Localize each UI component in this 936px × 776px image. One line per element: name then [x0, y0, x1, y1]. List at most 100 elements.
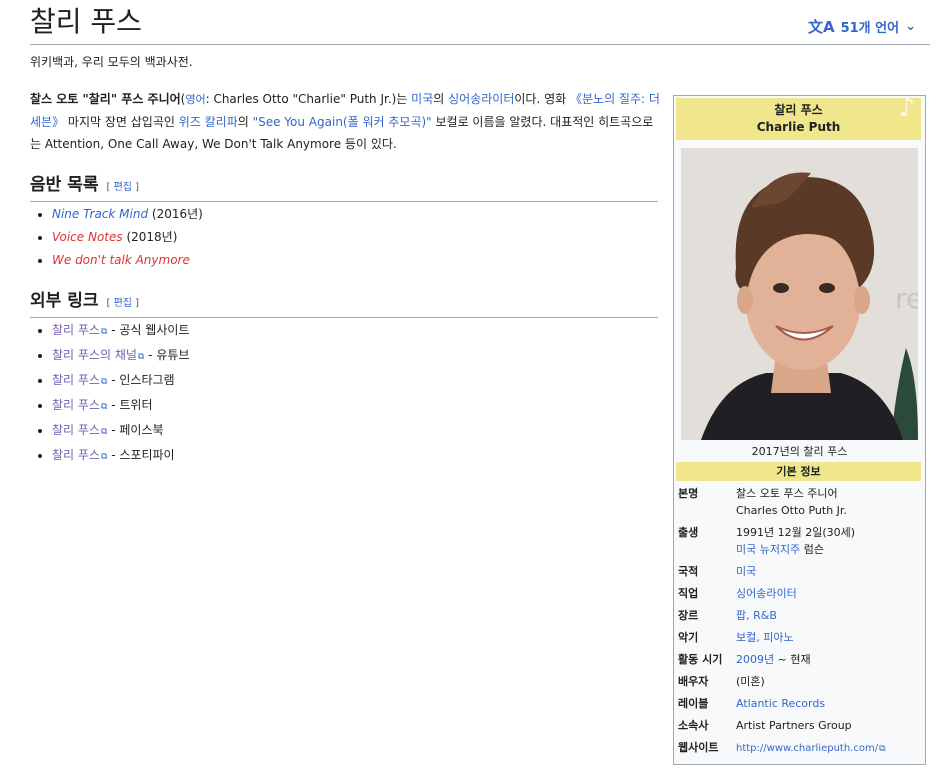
birth-town: 럼슨	[800, 543, 824, 556]
external-link[interactable]: 찰리 푸스	[52, 398, 100, 412]
language-count: 51개 언어	[840, 21, 900, 36]
external-link[interactable]: 찰리 푸스의 채널	[52, 348, 137, 362]
edit-section-button[interactable]: [ 편집 ]	[106, 182, 139, 193]
portrait-illustration: re	[681, 148, 918, 440]
list-item: 찰리 푸스⧉ - 스포티파이	[38, 444, 189, 469]
list-item: 찰리 푸스⧉ - 인스타그램	[38, 369, 189, 394]
site-tagline: 위키백과, 우리 모두의 백과사전.	[30, 55, 193, 69]
lead-paragraph: 찰스 오토 "찰리" 푸스 주니어(영어: Charles Otto "Char…	[30, 88, 660, 155]
row-label: 출생	[678, 526, 699, 539]
row-label: 악기	[678, 631, 699, 644]
infobox-row: 배우자 (미혼)	[678, 673, 923, 690]
external-links-heading: 외부 링크 [ 편집 ]	[30, 290, 658, 318]
lead-text: 의	[433, 92, 449, 106]
album-year: (2018년)	[122, 230, 178, 244]
infobox-name-ko: 찰리 푸스	[774, 103, 823, 117]
row-label: 소속사	[678, 719, 709, 732]
row-label: 배우자	[678, 675, 709, 688]
discography-heading: 음반 목록 [ 편집 ]	[30, 174, 658, 202]
photo-caption: 2017년의 찰리 푸스	[751, 445, 848, 458]
english-link[interactable]: 영어	[185, 93, 205, 106]
link-description: - 유튜브	[144, 348, 190, 362]
external-link[interactable]: 찰리 푸스	[52, 323, 100, 337]
active-year-link[interactable]: 2009년	[736, 653, 774, 666]
edit-section-button[interactable]: [ 편집 ]	[106, 298, 139, 309]
infobox-row: 국적 미국	[678, 563, 923, 580]
list-item: We don't talk Anymore	[38, 249, 203, 272]
infobox-row: 본명 찰스 오토 푸스 주니어 Charles Otto Puth Jr.	[678, 485, 923, 519]
edit-bracket: ]	[131, 298, 140, 309]
row-label: 웹사이트	[678, 741, 719, 754]
album-link[interactable]: Voice Notes	[52, 230, 123, 244]
external-link-list: 찰리 푸스⧉ - 공식 웹사이트 찰리 푸스의 채널⧉ - 유튜브 찰리 푸스⧉…	[38, 319, 189, 469]
infobox: 찰리 푸스 Charlie Puth ♪ re 2017년의 찰리 푸스 기본 …	[673, 95, 926, 765]
country-link[interactable]: 미국	[411, 92, 433, 106]
link-description: - 인스타그램	[107, 373, 175, 387]
music-note-icon: ♪	[898, 93, 915, 123]
instrument-link[interactable]: 보컬, 피아노	[736, 629, 923, 646]
external-link[interactable]: 찰리 푸스	[52, 373, 100, 387]
wiz-khalifa-link[interactable]: 위즈 칼리파	[179, 115, 238, 129]
lead-text: 의	[237, 115, 253, 129]
edit-link[interactable]: 편집	[114, 182, 132, 193]
edit-bracket: [	[106, 298, 114, 309]
link-description: - 공식 웹사이트	[107, 323, 190, 337]
external-link[interactable]: 찰리 푸스	[52, 423, 100, 437]
album-link[interactable]: Nine Track Mind	[52, 207, 148, 221]
title-divider	[30, 44, 930, 45]
lead-text: 마지막 장면 삽입곡인	[64, 115, 179, 129]
nationality-link[interactable]: 미국	[736, 563, 923, 580]
row-value: 찰스 오토 푸스 주니어 Charles Otto Puth Jr.	[736, 485, 923, 519]
chevron-down-icon: ⌄	[905, 19, 916, 34]
real-name-ko: 찰스 오토 푸스 주니어	[736, 487, 838, 500]
row-label: 장르	[678, 609, 699, 622]
infobox-row: 장르 팝, R&B	[678, 607, 923, 624]
list-item: Voice Notes (2018년)	[38, 226, 203, 249]
row-label: 본명	[678, 487, 699, 500]
external-heading-text: 외부 링크	[30, 291, 99, 311]
basic-info-header: 기본 정보	[676, 462, 921, 481]
lead-text: 이다. 영화	[514, 92, 570, 106]
row-label: 레이블	[678, 697, 709, 710]
birth-place-link[interactable]: 미국 뉴저지주	[736, 543, 800, 556]
agency-value: Artist Partners Group	[736, 719, 852, 732]
infobox-row: 악기 보컬, 피아노	[678, 629, 923, 646]
infobox-name-en: Charlie Puth	[756, 120, 841, 134]
birth-date: 1991년 12월 2일(30세)	[736, 526, 856, 539]
infobox-row: 직업 싱어송라이터	[678, 585, 923, 602]
svg-text:re: re	[895, 282, 918, 315]
portrait-photo[interactable]: re	[681, 148, 918, 440]
infobox-row: 레이블 Atlantic Records	[678, 695, 923, 712]
link-description: - 트위터	[107, 398, 153, 412]
occupation-link[interactable]: 싱어송라이터	[736, 585, 923, 602]
row-value: 1991년 12월 2일(30세) 미국 뉴저지주 럼슨	[736, 524, 923, 558]
singer-songwriter-link[interactable]: 싱어송라이터	[448, 92, 514, 106]
infobox-row: 소속사 Artist Partners Group	[678, 717, 923, 734]
spouse-value: (미혼)	[736, 675, 765, 688]
list-item: Nine Track Mind (2016년)	[38, 203, 203, 226]
website-link[interactable]: http://www.charlieputh.com/	[736, 743, 878, 754]
edit-bracket: ]	[131, 182, 140, 193]
birth-place: 미국 뉴저지주 럼슨	[736, 541, 923, 558]
genre-link[interactable]: 팝, R&B	[736, 607, 923, 624]
external-link-icon: ⧉	[879, 744, 886, 754]
external-link[interactable]: 찰리 푸스	[52, 448, 100, 462]
lead-text: : Charles Otto "Charlie" Puth Jr.)는	[205, 92, 412, 106]
infobox-row: 웹사이트 http://www.charlieputh.com/⧉	[678, 739, 923, 758]
edit-link[interactable]: 편집	[114, 298, 132, 309]
row-label: 활동 시기	[678, 653, 723, 666]
infobox-row: 활동 시기 2009년 ~ 현재	[678, 651, 923, 668]
real-name-en: Charles Otto Puth Jr.	[736, 504, 847, 517]
discography-heading-text: 음반 목록	[30, 175, 99, 195]
see-you-again-link[interactable]: "See You Again(폴 워커 추모곡)"	[253, 115, 432, 129]
list-item: 찰리 푸스의 채널⧉ - 유튜브	[38, 344, 189, 369]
list-item: 찰리 푸스⧉ - 페이스북	[38, 419, 189, 444]
album-year: (2016년)	[148, 207, 203, 221]
subject-name: 찰스 오토 "찰리" 푸스 주니어	[30, 92, 181, 106]
list-item: 찰리 푸스⧉ - 공식 웹사이트	[38, 319, 189, 344]
label-link[interactable]: Atlantic Records	[736, 695, 923, 712]
language-button[interactable]: 文A 51개 언어 ⌄	[808, 16, 916, 37]
album-link[interactable]: We don't talk Anymore	[52, 253, 190, 267]
link-description: - 페이스북	[107, 423, 164, 437]
album-list: Nine Track Mind (2016년) Voice Notes (201…	[38, 203, 203, 272]
